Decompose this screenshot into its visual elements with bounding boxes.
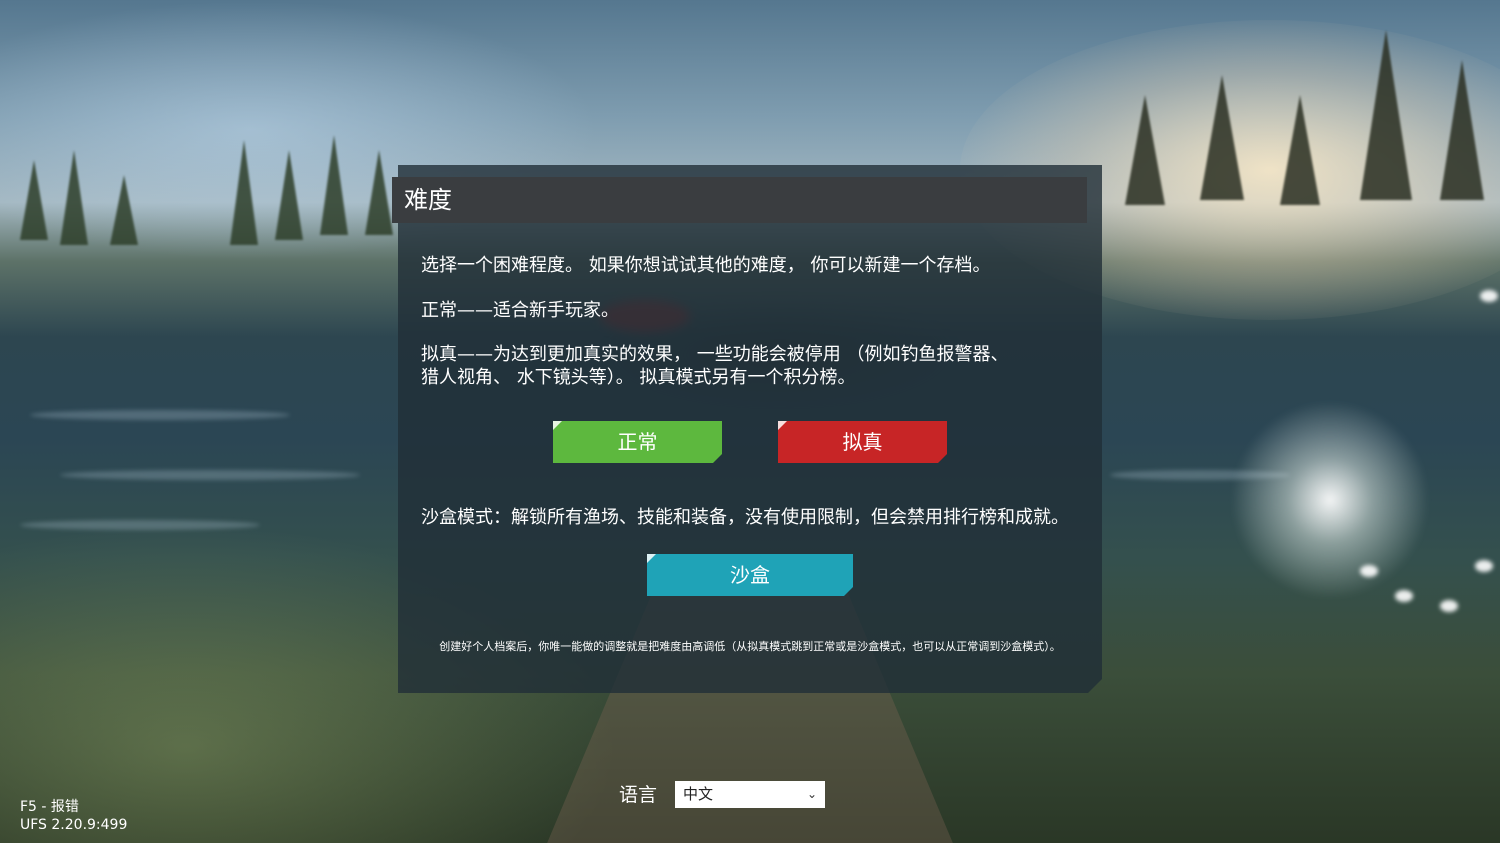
normal-difficulty-button[interactable]: 正常 bbox=[553, 421, 722, 463]
language-label: 语言 bbox=[619, 784, 658, 806]
sun-reflection bbox=[1230, 400, 1430, 600]
realistic-description-line1: 拟真——为达到更加真实的效果， 一些功能会被停用 （例如钓鱼报警器、 bbox=[421, 344, 1009, 365]
sandbox-mode-button[interactable]: 沙盒 bbox=[647, 554, 853, 596]
dialog-header bbox=[392, 177, 1087, 223]
realistic-difficulty-button[interactable]: 拟真 bbox=[778, 421, 947, 463]
realistic-description-line2: 猎人视角、 水下镜头等）。 拟真模式另有一个积分榜。 bbox=[421, 367, 856, 388]
sandbox-description: 沙盒模式：解锁所有渔场、技能和装备，没有使用限制，但会禁用排行榜和成就。 bbox=[421, 507, 1069, 528]
dialog-title: 难度 bbox=[404, 186, 452, 214]
report-bug-hint: F5 - 报错 bbox=[20, 799, 79, 815]
difficulty-dialog bbox=[398, 165, 1102, 693]
language-selected-value: 中文 bbox=[683, 785, 714, 803]
version-label: UFS 2.20.9:499 bbox=[20, 817, 128, 833]
language-select[interactable]: 中文 ⌄ bbox=[675, 781, 825, 808]
chevron-down-icon: ⌄ bbox=[806, 787, 817, 801]
normal-description: 正常——适合新手玩家。 bbox=[421, 300, 619, 321]
intro-text: 选择一个困难程度。 如果你想试试其他的难度， 你可以新建一个存档。 bbox=[421, 255, 991, 276]
difficulty-footnote: 创建好个人档案后，你唯一能做的调整就是把难度由高调低（从拟真模式跳到正常或是沙盒… bbox=[439, 640, 1061, 653]
